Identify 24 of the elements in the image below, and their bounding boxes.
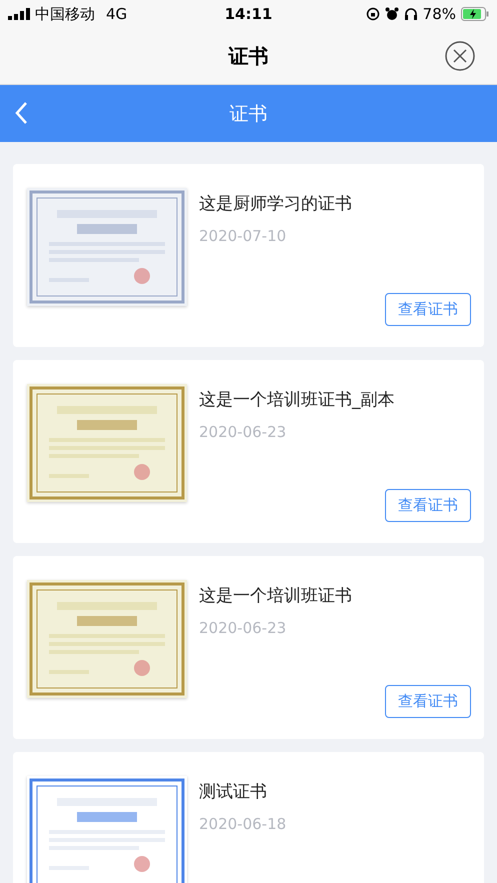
- status-time: 14:11: [224, 5, 272, 23]
- view-certificate-button[interactable]: 查看证书: [385, 685, 471, 718]
- battery-charging-icon: [461, 7, 489, 21]
- header-title: 证书: [228, 42, 268, 70]
- alarm-icon: [384, 7, 399, 21]
- carrier-name: 中国移动: [35, 4, 95, 24]
- view-certificate-button[interactable]: 查看证书: [385, 489, 471, 522]
- certificate-date: 2020-06-23: [199, 619, 286, 637]
- rotation-lock-icon: [366, 7, 380, 21]
- back-icon[interactable]: [14, 101, 28, 125]
- nav-title: 证书: [230, 102, 268, 126]
- close-button[interactable]: [444, 40, 476, 72]
- certificate-date: 2020-06-18: [199, 815, 286, 833]
- headphones-icon: [404, 7, 418, 21]
- signal-icon: [8, 8, 30, 20]
- battery-percent: 78%: [422, 5, 456, 23]
- certificate-date: 2020-07-10: [199, 227, 286, 245]
- certificate-title: 这是一个培训班证书: [199, 585, 352, 607]
- certificate-title: 测试证书: [199, 781, 267, 803]
- certificate-date: 2020-06-23: [199, 423, 286, 441]
- certificate-title: 这是厨师学习的证书: [199, 193, 352, 215]
- network-type: 4G: [106, 5, 128, 23]
- view-certificate-button[interactable]: 查看证书: [385, 293, 471, 326]
- certificate-title: 这是一个培训班证书_副本: [199, 389, 394, 411]
